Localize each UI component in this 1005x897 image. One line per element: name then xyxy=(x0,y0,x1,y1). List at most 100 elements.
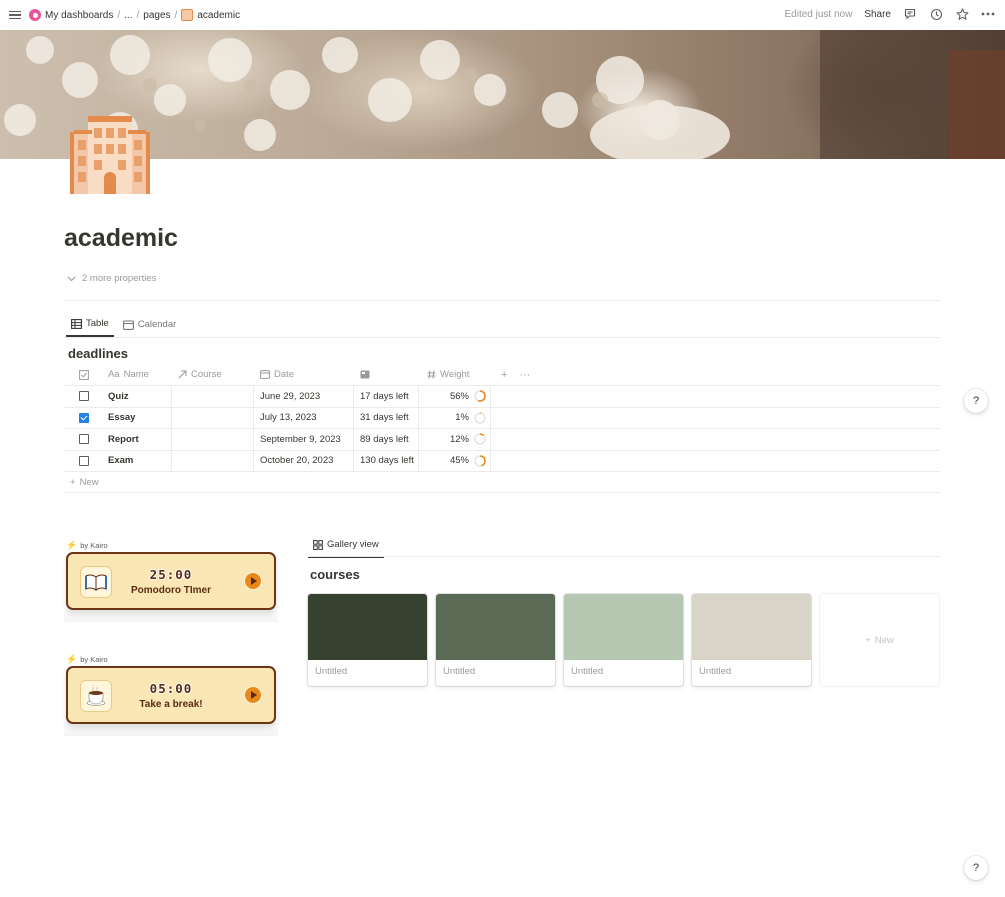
row-checkbox-cell xyxy=(64,434,104,445)
relation-arrow-icon xyxy=(178,370,187,379)
weight-value: 45% xyxy=(449,455,469,467)
add-row-button[interactable]: + New xyxy=(64,472,940,493)
new-card-button[interactable]: + New xyxy=(820,594,939,686)
table-row[interactable]: Quiz June 29, 2023 17 days left 56% xyxy=(64,386,940,408)
history-icon[interactable] xyxy=(929,7,943,21)
breadcrumb-pages[interactable]: pages xyxy=(143,10,170,21)
course-cell[interactable] xyxy=(172,407,254,428)
divider xyxy=(308,556,940,557)
course-cell[interactable] xyxy=(172,450,254,471)
number-hash-icon xyxy=(427,370,436,379)
weight-cell[interactable]: 12% xyxy=(419,429,491,450)
table-row[interactable]: Exam October 20, 2023 130 days left 45% xyxy=(64,450,940,472)
play-button[interactable] xyxy=(244,686,262,704)
play-button[interactable] xyxy=(244,572,262,590)
deadlines-table: Aa Name Course Date Weight + ··· Quiz Jun… xyxy=(64,364,940,493)
more-properties-toggle[interactable]: 2 more properties xyxy=(67,273,156,284)
weight-cell[interactable]: 45% xyxy=(419,450,491,471)
name-cell[interactable]: Essay xyxy=(104,407,172,428)
column-header-formula[interactable] xyxy=(354,364,419,385)
column-date-label: Date xyxy=(274,369,295,380)
table-header: Aa Name Course Date Weight + ··· xyxy=(64,364,940,386)
gallery-card[interactable]: Untitled xyxy=(692,594,811,686)
comments-icon[interactable] xyxy=(903,7,917,21)
database-title[interactable]: deadlines xyxy=(68,346,128,361)
more-options-icon[interactable] xyxy=(981,7,995,21)
divider xyxy=(64,300,940,301)
gallery-card[interactable]: Untitled xyxy=(564,594,683,686)
name-cell[interactable]: Report xyxy=(104,429,172,450)
date-cell[interactable]: June 29, 2023 xyxy=(254,386,354,407)
help-button[interactable]: ? xyxy=(964,856,988,880)
course-cell[interactable] xyxy=(172,429,254,450)
breadcrumb-ellipsis[interactable]: ... xyxy=(124,10,132,21)
row-checkbox[interactable] xyxy=(79,434,89,445)
weight-cell[interactable]: 56% xyxy=(419,386,491,407)
gallery-card[interactable]: Untitled xyxy=(436,594,555,686)
card-title: Untitled xyxy=(443,666,476,677)
add-column-button[interactable]: + xyxy=(501,369,507,381)
page-title[interactable]: academic xyxy=(64,224,178,253)
column-header-name[interactable]: Aa Name xyxy=(104,364,172,385)
breadcrumb: My dashboards / ... / pages / academic xyxy=(29,9,240,21)
card-cover xyxy=(564,594,683,660)
more-properties-label: 2 more properties xyxy=(82,273,157,284)
plus-icon: + xyxy=(865,634,871,646)
widget-credit-label: by Kairo xyxy=(80,655,108,664)
column-name-label: Name xyxy=(123,369,149,380)
more-options-icon[interactable]: ··· xyxy=(519,369,530,381)
timer-title: Take a break! xyxy=(139,699,203,710)
menu-icon[interactable] xyxy=(9,9,21,21)
name-cell[interactable]: Quiz xyxy=(104,386,172,407)
days-left-cell[interactable]: 89 days left xyxy=(354,429,419,450)
add-row-label: New xyxy=(79,476,99,488)
tab-calendar[interactable]: Calendar xyxy=(118,316,182,337)
column-header-course[interactable]: Course xyxy=(172,364,254,385)
row-checkbox[interactable] xyxy=(79,412,89,423)
progress-ring-icon xyxy=(474,390,486,403)
row-name: Report xyxy=(108,433,139,445)
progress-ring-icon xyxy=(474,433,486,446)
breadcrumb-my-dashboards[interactable]: My dashboards xyxy=(45,10,113,21)
checkbox-column-header[interactable] xyxy=(64,369,104,380)
building-icon[interactable] xyxy=(68,110,152,194)
tab-calendar-label: Calendar xyxy=(137,319,177,330)
table-row[interactable]: Essay July 13, 2023 31 days left 1% xyxy=(64,407,940,429)
weight-value: 12% xyxy=(449,433,469,445)
date-cell[interactable]: July 13, 2023 xyxy=(254,407,354,428)
tab-table[interactable]: Table xyxy=(66,316,114,337)
formula-icon xyxy=(360,370,370,379)
date-cell[interactable]: September 9, 2023 xyxy=(254,429,354,450)
days-left-cell[interactable]: 31 days left xyxy=(354,407,419,428)
progress-ring-icon xyxy=(474,454,486,467)
name-cell[interactable]: Exam xyxy=(104,450,172,471)
days-left-cell[interactable]: 17 days left xyxy=(354,386,419,407)
topbar: My dashboards / ... / pages / academic E… xyxy=(0,0,1005,30)
edited-status: Edited just now xyxy=(784,8,853,20)
column-header-date[interactable]: Date xyxy=(254,364,354,385)
row-checkbox[interactable] xyxy=(79,391,89,402)
row-checkbox-cell xyxy=(64,455,104,466)
table-row[interactable]: Report September 9, 2023 89 days left 12% xyxy=(64,429,940,451)
star-icon[interactable] xyxy=(955,7,969,21)
table-icon xyxy=(71,318,82,329)
column-header-weight[interactable]: Weight xyxy=(419,364,491,385)
card-title: Untitled xyxy=(699,666,732,677)
row-checkbox[interactable] xyxy=(79,455,89,466)
breadcrumb-academic[interactable]: academic xyxy=(197,10,240,21)
weight-cell[interactable]: 1% xyxy=(419,407,491,428)
chevron-down-icon xyxy=(67,276,76,281)
calendar-icon xyxy=(260,370,270,379)
timer-card: 25:00 Pomodoro TImer xyxy=(66,552,276,610)
help-button[interactable]: ? xyxy=(964,389,988,413)
tab-gallery-view[interactable]: Gallery view xyxy=(308,537,384,558)
date-cell[interactable]: October 20, 2023 xyxy=(254,450,354,471)
days-left-cell[interactable]: 130 days left xyxy=(354,450,419,471)
card-cover xyxy=(308,594,427,660)
gallery-card[interactable]: Untitled xyxy=(308,594,427,686)
row-checkbox-cell xyxy=(64,391,104,402)
gallery-title[interactable]: courses xyxy=(310,567,360,582)
row-name: Essay xyxy=(108,412,136,424)
share-button[interactable]: Share xyxy=(864,9,891,20)
course-cell[interactable] xyxy=(172,386,254,407)
